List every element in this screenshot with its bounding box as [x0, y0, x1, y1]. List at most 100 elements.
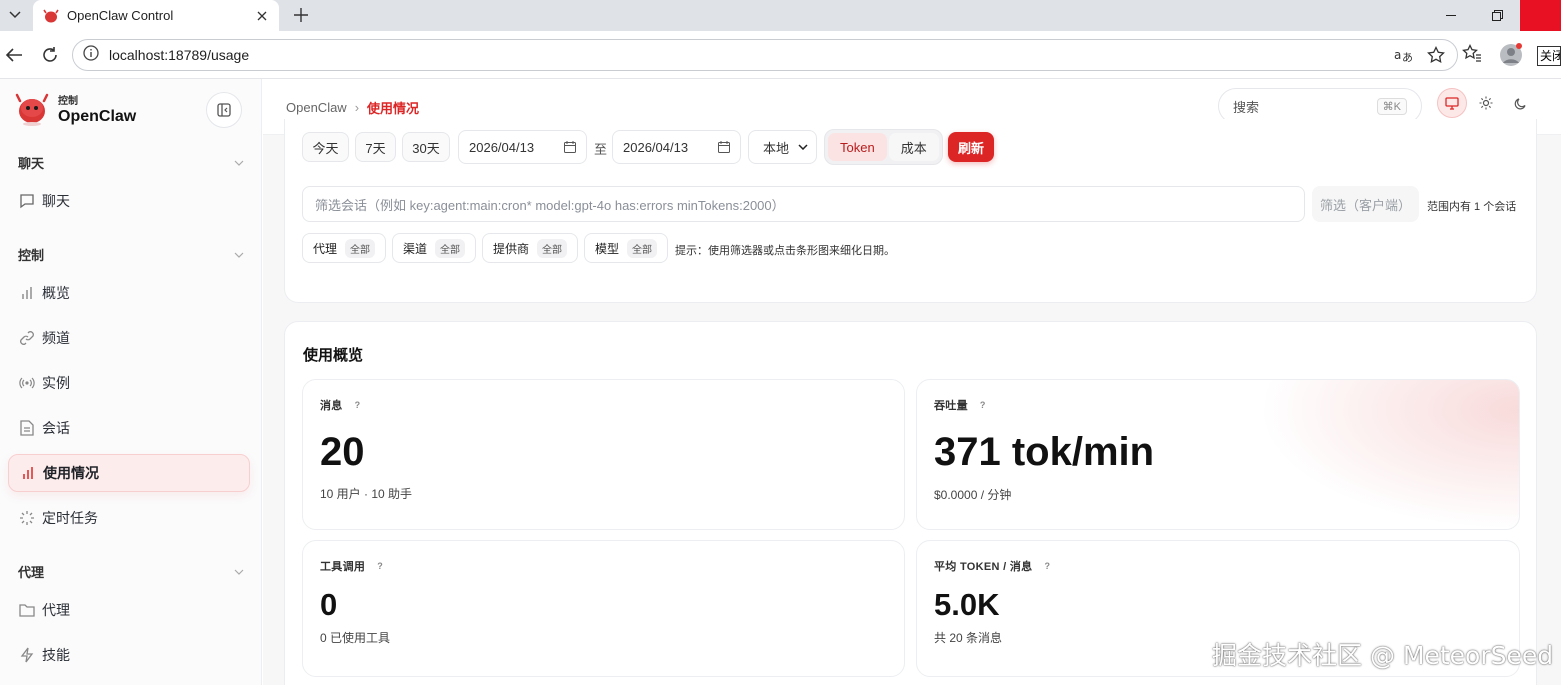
help-question-icon[interactable]: ? [355, 400, 361, 410]
stat-subtext: 0 已使用工具 [320, 631, 391, 645]
usage-overview-card: 使用概览 消息 ? 20 10 用户 · 10 助手 吞吐量 ? 371 tok… [284, 321, 1537, 685]
sidebar-group-chat[interactable]: 聊天 [18, 153, 244, 172]
link-icon [18, 329, 36, 347]
theme-switcher [1437, 88, 1535, 118]
sidebar-item-sessions[interactable]: 会话 [8, 409, 250, 447]
close-extension-button[interactable]: 关闭 [1537, 46, 1561, 66]
sidebar-item-usage[interactable]: 使用情况 [8, 454, 250, 492]
sidebar-item-label: 频道 [42, 330, 70, 346]
openclaw-favicon-icon [43, 8, 59, 24]
tab-close-icon[interactable] [251, 5, 273, 27]
help-question-icon[interactable]: ? [1044, 561, 1050, 571]
filter-agent-chip[interactable]: 代理 全部 [302, 233, 387, 263]
help-question-icon[interactable]: ? [980, 400, 986, 410]
session-filter-input[interactable]: 筛选会话（例如 key:agent:main:cron* model:gpt-4… [302, 186, 1305, 222]
main-content: OpenClaw › 使用情况 搜索 ⌘K 今天 7天 30天 2026/04/… [263, 79, 1561, 685]
date-range-separator: 至 [594, 142, 608, 157]
dimension-label: 代理 [313, 241, 338, 256]
document-icon [18, 419, 36, 437]
sidebar-collapse-button[interactable] [206, 92, 242, 128]
brand-subtitle: 控制 [58, 96, 78, 107]
sidebar-item-label: 定时任务 [42, 510, 98, 526]
help-question-icon[interactable]: ? [377, 561, 383, 571]
app-root: 控制 OpenClaw 聊天 聊天 控制 概览 频道 实例 会话 使用情况 定时… [0, 79, 1561, 685]
sidebar-item-skills[interactable]: 技能 [8, 636, 250, 674]
sidebar-panel-icon [217, 103, 231, 117]
sidebar-item-overview[interactable]: 概览 [8, 274, 250, 312]
new-tab-plus-icon[interactable] [290, 4, 312, 26]
sidebar-item-instances[interactable]: 实例 [8, 364, 250, 402]
sidebar-item-label: 代理 [42, 602, 70, 618]
sidebar-item-channels[interactable]: 频道 [8, 319, 250, 357]
metric-mode-toggle: Token 成本 [824, 129, 943, 165]
broadcast-icon [18, 374, 36, 392]
end-date-input[interactable]: 2026/04/13 [612, 130, 741, 164]
profile-avatar-icon[interactable] [1498, 42, 1524, 68]
dimension-value: 全部 [537, 238, 568, 258]
dark-theme-moon-icon[interactable] [1505, 88, 1535, 118]
filter-channel-chip[interactable]: 渠道 全部 [392, 233, 477, 263]
chat-bubble-icon [18, 192, 36, 210]
browser-tab[interactable]: OpenClaw Control [33, 0, 279, 31]
system-theme-monitor-icon[interactable] [1437, 88, 1467, 118]
stat-label: 平均 TOKEN / 消息 ? [934, 561, 1051, 573]
tab-title: OpenClaw Control [67, 8, 174, 23]
end-date-value: 2026/04/13 [623, 139, 689, 155]
sidebar-item-agents[interactable]: 代理 [8, 591, 250, 629]
bar-chart-icon [18, 284, 36, 302]
client-filter-button[interactable]: 筛选（客户端） [1312, 186, 1419, 222]
translate-icon[interactable]: aあ [1393, 44, 1415, 66]
range-30d-button[interactable]: 30天 [402, 132, 450, 162]
window-minimize-icon[interactable] [1428, 0, 1474, 31]
range-today-button[interactable]: 今天 [302, 132, 349, 162]
dimension-label: 模型 [595, 241, 620, 256]
sidebar-item-label: 使用情况 [43, 465, 99, 481]
mode-cost-option[interactable]: 成本 [888, 133, 939, 161]
dimension-value: 全部 [627, 238, 658, 258]
sidebar-item-label: 会话 [42, 420, 70, 436]
stat-label: 吞吐量 ? [934, 400, 986, 412]
chevron-down-icon [234, 252, 244, 258]
address-bar[interactable]: localhost:18789/usage aあ [72, 39, 1458, 71]
favorites-icon[interactable] [1462, 44, 1482, 62]
site-info-icon[interactable] [83, 44, 99, 66]
stat-subtext: 共 20 条消息 [934, 631, 1003, 645]
calendar-icon [564, 141, 576, 153]
start-date-input[interactable]: 2026/04/13 [458, 130, 587, 164]
back-arrow-icon[interactable] [2, 43, 26, 67]
sidebar-group-control[interactable]: 控制 [18, 245, 244, 264]
window-close-button[interactable] [1520, 0, 1561, 31]
light-theme-sun-icon[interactable] [1471, 88, 1501, 118]
filter-model-chip[interactable]: 模型 全部 [584, 233, 669, 263]
stat-value: 371 tok/min [934, 430, 1155, 474]
breadcrumb-root[interactable]: OpenClaw [286, 100, 347, 115]
refresh-button[interactable]: 刷新 [948, 132, 994, 162]
start-date-value: 2026/04/13 [469, 139, 535, 155]
window-restore-icon[interactable] [1474, 0, 1520, 31]
tab-list-chevron-icon[interactable] [4, 5, 26, 25]
sidebar-item-label: 实例 [42, 375, 70, 391]
sidebar-item-cron[interactable]: 定时任务 [8, 499, 250, 537]
bar-chart-icon [19, 464, 37, 482]
reload-icon[interactable] [38, 43, 62, 67]
dimension-value: 全部 [345, 238, 376, 258]
brand-name: OpenClaw [58, 108, 137, 125]
bookmark-star-icon[interactable] [1425, 44, 1447, 66]
mode-token-option[interactable]: Token [828, 133, 887, 161]
watermark-text: 掘金技术社区 @ MeteorSeed [1212, 641, 1554, 670]
range-7d-button[interactable]: 7天 [355, 132, 396, 162]
sidebar-item-chat[interactable]: 聊天 [8, 182, 250, 220]
browser-tab-strip: OpenClaw Control [0, 0, 1561, 31]
timezone-select[interactable]: 本地 [748, 130, 817, 164]
stat-throughput: 吞吐量 ? 371 tok/min $0.0000 / 分钟 [916, 379, 1520, 530]
overview-title: 使用概览 [303, 347, 364, 364]
stat-messages: 消息 ? 20 10 用户 · 10 助手 [302, 379, 905, 530]
filter-provider-chip[interactable]: 提供商 全部 [482, 233, 579, 263]
stat-value: 0 [320, 587, 338, 622]
brand: 控制 OpenClaw [14, 91, 136, 127]
stat-subtext: 10 用户 · 10 助手 [320, 487, 413, 501]
chevron-down-icon [234, 160, 244, 166]
svg-text:a: a [1394, 48, 1401, 62]
chevron-down-icon [798, 144, 808, 150]
sidebar-group-agents[interactable]: 代理 [18, 562, 244, 581]
